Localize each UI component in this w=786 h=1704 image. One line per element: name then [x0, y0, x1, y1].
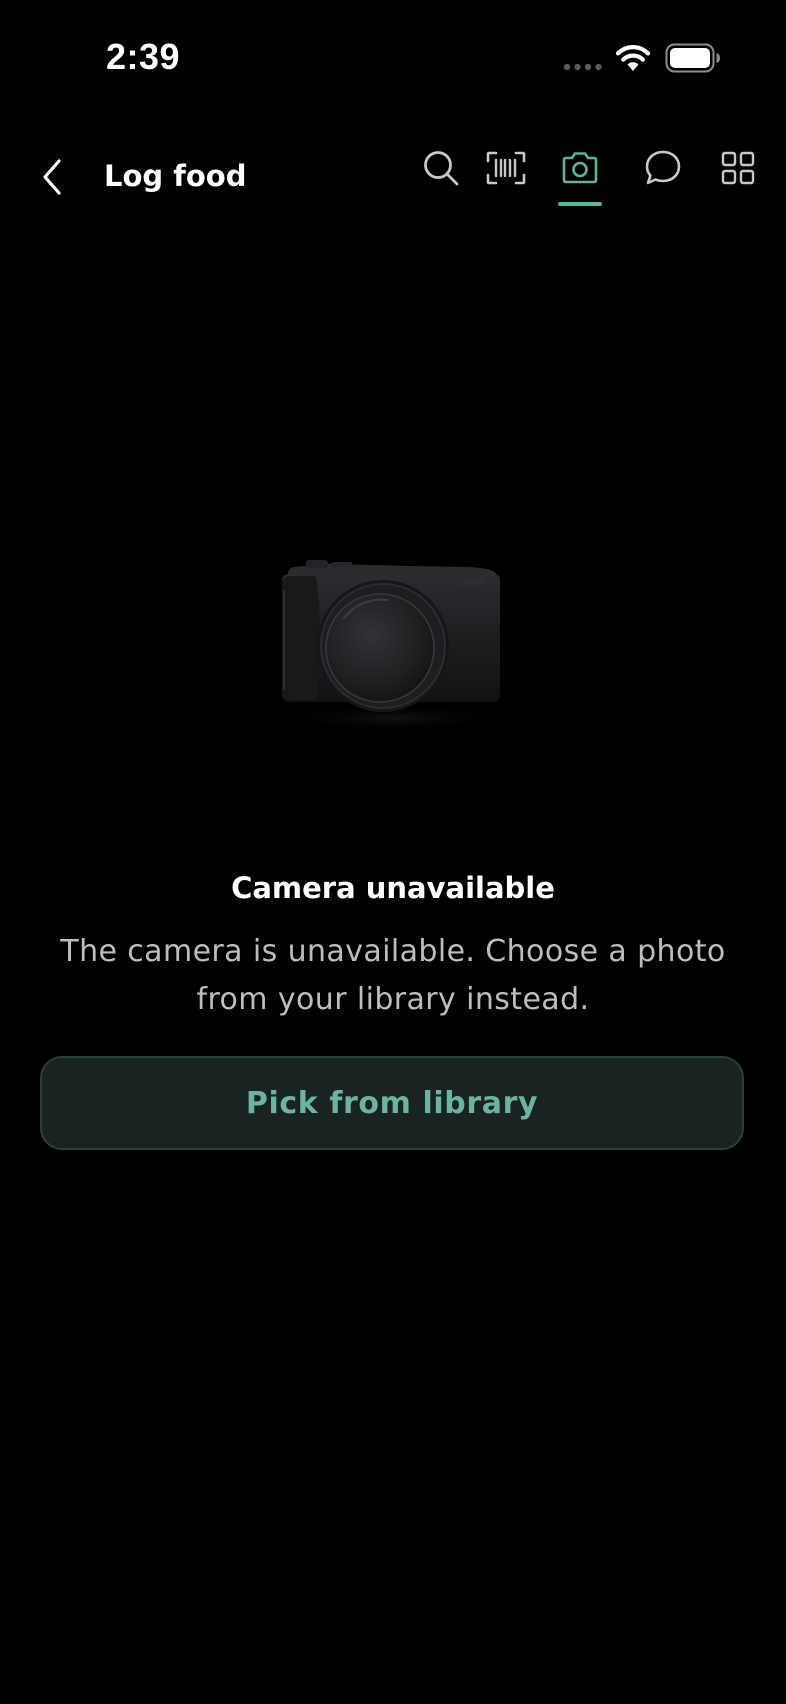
pick-from-library-label: Pick from library: [245, 1085, 539, 1121]
active-tab-indicator: [558, 202, 602, 206]
chevron-left-icon: [43, 159, 61, 195]
chat-bubble-icon: [645, 150, 681, 185]
tab-barcode[interactable]: [480, 142, 532, 194]
message-title: Camera unavailable: [231, 871, 555, 905]
status-bar: 2:39: [0, 0, 786, 118]
wifi-icon: [615, 45, 651, 71]
pick-from-library-button[interactable]: Pick from library: [40, 1056, 744, 1150]
status-time: 2:39: [106, 36, 181, 77]
tab-grid[interactable]: [712, 142, 764, 194]
message-body: The camera is unavailable. Choose a phot…: [60, 934, 726, 1017]
camera-icon: [562, 152, 598, 184]
back-button[interactable]: [30, 152, 74, 202]
barcode-icon: [486, 151, 526, 185]
tab-chat[interactable]: [637, 142, 689, 194]
camera-illustration: [278, 560, 508, 732]
search-icon: [424, 151, 459, 186]
nav-header: Log food: [0, 130, 786, 220]
battery-icon: [665, 43, 720, 73]
tab-search[interactable]: [415, 142, 467, 194]
grid-icon: [721, 151, 755, 185]
signal-dots-icon: [563, 63, 602, 71]
tab-camera[interactable]: [554, 142, 606, 194]
page-title: Log food: [104, 159, 247, 193]
